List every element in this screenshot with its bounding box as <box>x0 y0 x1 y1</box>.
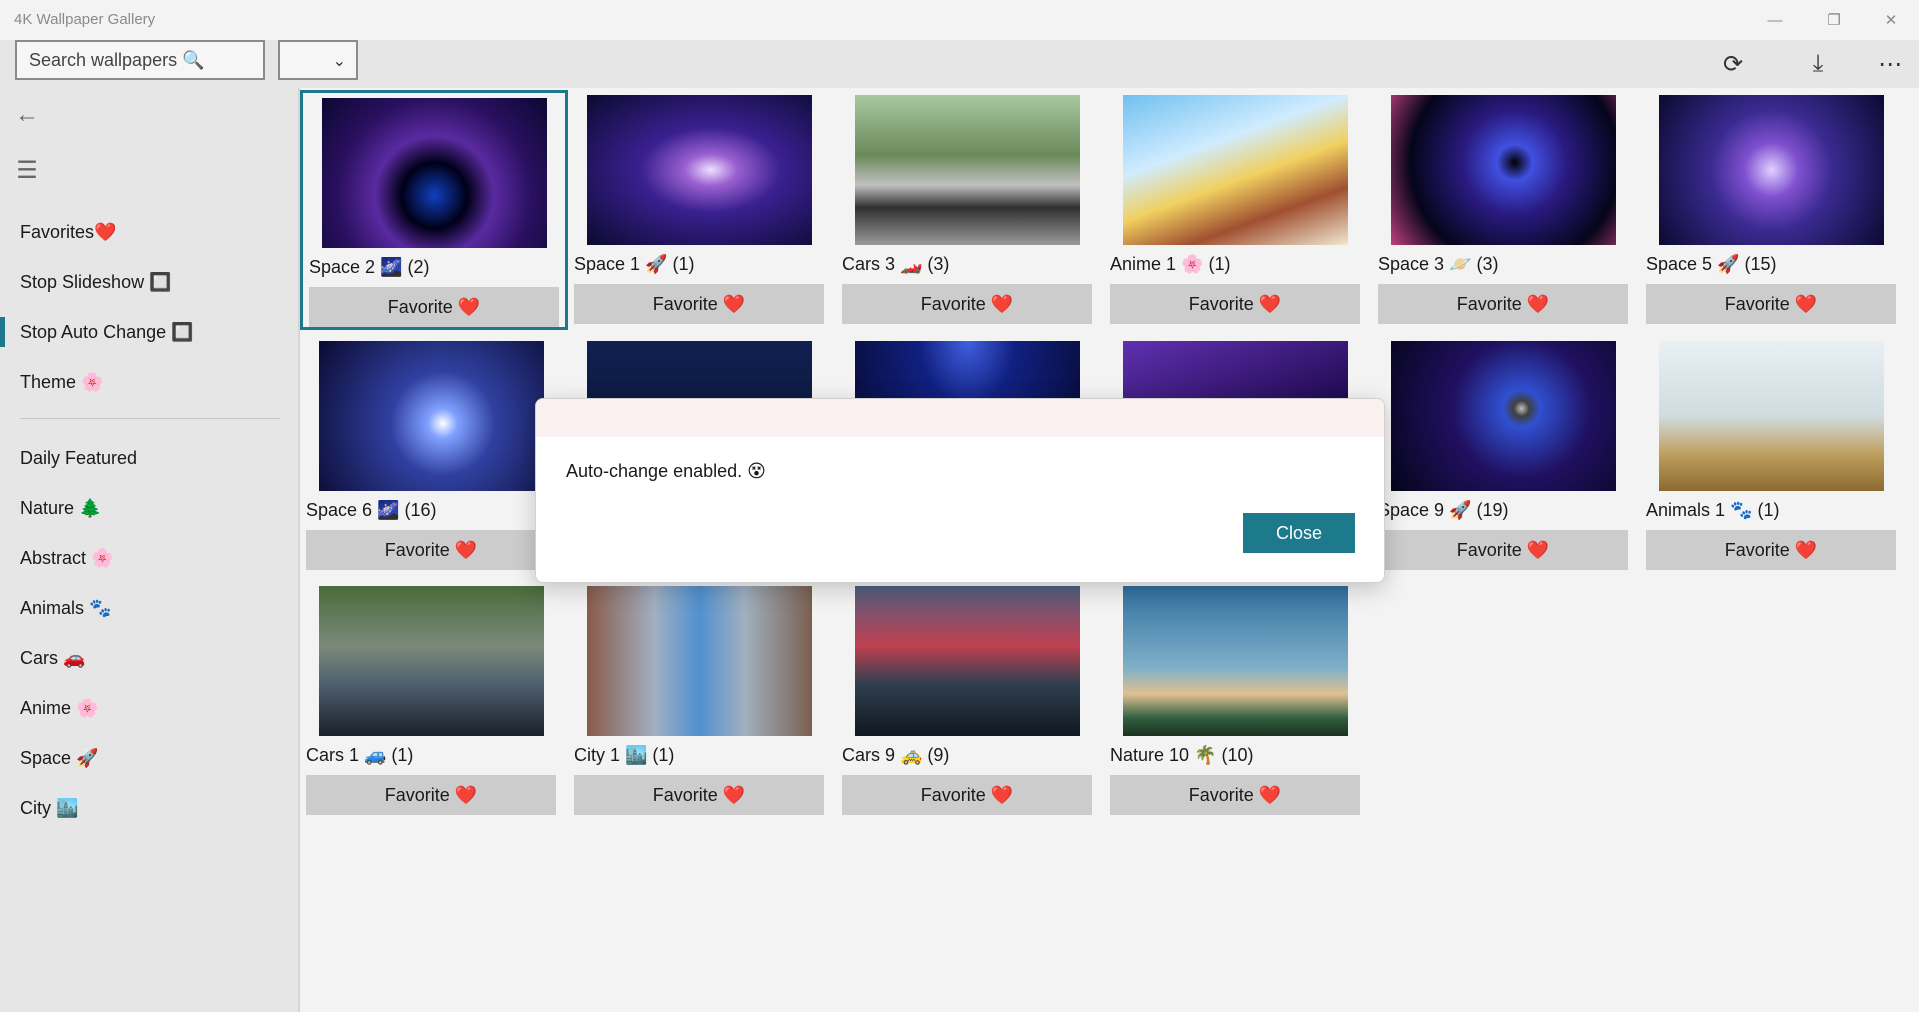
wallpaper-tile[interactable]: Space 5 🚀 (15) Favorite ❤️ <box>1640 90 1908 330</box>
dialog-message: Auto-change enabled. 😵 <box>566 461 766 481</box>
category-dropdown[interactable]: ⌄ <box>278 40 358 80</box>
sidebar-item-animals[interactable]: Animals 🐾 <box>20 598 111 619</box>
wallpaper-thumbnail[interactable] <box>855 95 1080 245</box>
wallpaper-tile[interactable]: Anime 1 🌸 (1) Favorite ❤️ <box>1104 90 1372 330</box>
wallpaper-label: Nature 10 🌴 (10) <box>1110 745 1254 765</box>
wallpaper-thumbnail[interactable] <box>319 586 544 736</box>
sidebar-item-stop-slideshow[interactable]: Stop Slideshow 🔲 <box>20 272 172 293</box>
wallpaper-tile[interactable]: Space 3 🪐 (3) Favorite ❤️ <box>1372 90 1640 330</box>
wallpaper-label: Space 9 🚀 (19) <box>1378 500 1509 520</box>
sidebar: ← ☰ Favorites❤️ Stop Slideshow 🔲 Stop Au… <box>0 88 300 1012</box>
dialog-header <box>536 399 1384 437</box>
wallpaper-label: Space 5 🚀 (15) <box>1646 254 1777 274</box>
wallpaper-tile[interactable]: Cars 3 🏎️ (3) Favorite ❤️ <box>836 90 1104 330</box>
wallpaper-label: Cars 1 🚙 (1) <box>306 745 414 765</box>
wallpaper-label: City 1 🏙️ (1) <box>574 745 675 765</box>
sidebar-item-favorites[interactable]: Favorites❤️ <box>20 222 116 243</box>
favorite-button[interactable]: Favorite ❤️ <box>1378 284 1628 324</box>
toolbar: ⌄ ⟳ ⤓ ⋯ <box>0 40 1919 88</box>
wallpaper-tile[interactable]: Cars 1 🚙 (1) Favorite ❤️ <box>300 581 568 821</box>
sidebar-item-nature[interactable]: Nature 🌲 <box>20 498 101 519</box>
title-bar: 4K Wallpaper Gallery — ❐ ✕ <box>0 0 1919 40</box>
wallpaper-tile[interactable]: Space 1 🚀 (1) Favorite ❤️ <box>568 90 836 330</box>
wallpaper-tile[interactable]: Space 2 🌌 (2) Favorite ❤️ <box>300 90 568 330</box>
back-arrow-icon[interactable]: ← <box>12 100 42 130</box>
sidebar-item-space[interactable]: Space 🚀 <box>20 748 98 769</box>
favorite-button[interactable]: Favorite ❤️ <box>1378 530 1628 570</box>
sidebar-item-theme[interactable]: Theme 🌸 <box>20 372 103 393</box>
restore-icon[interactable]: ❐ <box>1811 0 1857 40</box>
wallpaper-label: Space 1 🚀 (1) <box>574 254 695 274</box>
favorite-button[interactable]: Favorite ❤️ <box>842 775 1092 815</box>
wallpaper-thumbnail[interactable] <box>1391 341 1616 491</box>
favorite-button[interactable]: Favorite ❤️ <box>306 775 556 815</box>
more-icon[interactable]: ⋯ <box>1870 44 1910 84</box>
wallpaper-thumbnail[interactable] <box>319 341 544 491</box>
sidebar-item-stop-auto-change[interactable]: Stop Auto Change 🔲 <box>20 322 194 343</box>
favorite-button[interactable]: Favorite ❤️ <box>1110 284 1360 324</box>
wallpaper-label: Cars 9 🚕 (9) <box>842 745 950 765</box>
download-icon[interactable]: ⤓ <box>1798 44 1838 84</box>
hamburger-icon[interactable]: ☰ <box>12 155 42 185</box>
wallpaper-thumbnail[interactable] <box>1659 341 1884 491</box>
favorite-button[interactable]: Favorite ❤️ <box>309 287 559 327</box>
search-input[interactable] <box>15 40 265 80</box>
wallpaper-thumbnail[interactable] <box>855 586 1080 736</box>
sidebar-item-daily-featured[interactable]: Daily Featured <box>20 448 137 469</box>
sidebar-item-abstract[interactable]: Abstract 🌸 <box>20 548 113 569</box>
wallpaper-thumbnail[interactable] <box>1391 95 1616 245</box>
sidebar-item-cars[interactable]: Cars 🚗 <box>20 648 85 669</box>
favorite-button[interactable]: Favorite ❤️ <box>1110 775 1360 815</box>
auto-change-dialog: Auto-change enabled. 😵 Close <box>535 398 1385 583</box>
wallpaper-thumbnail[interactable] <box>587 95 812 245</box>
wallpaper-label: Anime 1 🌸 (1) <box>1110 254 1231 274</box>
wallpaper-label: Space 2 🌌 (2) <box>309 257 430 277</box>
favorite-button[interactable]: Favorite ❤️ <box>842 284 1092 324</box>
favorite-button[interactable]: Favorite ❤️ <box>1646 530 1896 570</box>
app-title: 4K Wallpaper Gallery <box>14 11 156 28</box>
sidebar-item-anime[interactable]: Anime 🌸 <box>20 698 98 719</box>
favorite-button[interactable]: Favorite ❤️ <box>1646 284 1896 324</box>
favorite-button[interactable]: Favorite ❤️ <box>306 530 556 570</box>
wallpaper-thumbnail[interactable] <box>587 586 812 736</box>
close-button[interactable]: Close <box>1243 513 1355 553</box>
sidebar-item-city[interactable]: City 🏙️ <box>20 798 78 819</box>
wallpaper-label: Space 6 🌌 (16) <box>306 500 437 520</box>
wallpaper-tile[interactable]: City 1 🏙️ (1) Favorite ❤️ <box>568 581 836 821</box>
wallpaper-thumbnail[interactable] <box>1123 95 1348 245</box>
wallpaper-thumbnail[interactable] <box>1659 95 1884 245</box>
wallpaper-label: Space 3 🪐 (3) <box>1378 254 1499 274</box>
wallpaper-tile[interactable]: Animals 1 🐾 (1) Favorite ❤️ <box>1640 336 1908 576</box>
selected-indicator <box>0 317 5 347</box>
wallpaper-tile[interactable]: Space 9 🚀 (19) Favorite ❤️ <box>1372 336 1640 576</box>
wallpaper-tile[interactable]: Space 6 🌌 (16) Favorite ❤️ <box>300 336 568 576</box>
minimize-icon[interactable]: — <box>1752 0 1798 40</box>
wallpaper-thumbnail[interactable] <box>1123 586 1348 736</box>
wallpaper-tile[interactable]: Nature 10 🌴 (10) Favorite ❤️ <box>1104 581 1372 821</box>
close-icon[interactable]: ✕ <box>1868 0 1914 40</box>
wallpaper-tile[interactable]: Cars 9 🚕 (9) Favorite ❤️ <box>836 581 1104 821</box>
wallpaper-label: Cars 3 🏎️ (3) <box>842 254 950 274</box>
refresh-icon[interactable]: ⟳ <box>1713 44 1753 84</box>
chevron-down-icon: ⌄ <box>332 53 346 70</box>
favorite-button[interactable]: Favorite ❤️ <box>574 284 824 324</box>
favorite-button[interactable]: Favorite ❤️ <box>574 775 824 815</box>
wallpaper-thumbnail[interactable] <box>322 98 547 248</box>
wallpaper-label: Animals 1 🐾 (1) <box>1646 500 1780 520</box>
sidebar-divider <box>20 418 280 419</box>
